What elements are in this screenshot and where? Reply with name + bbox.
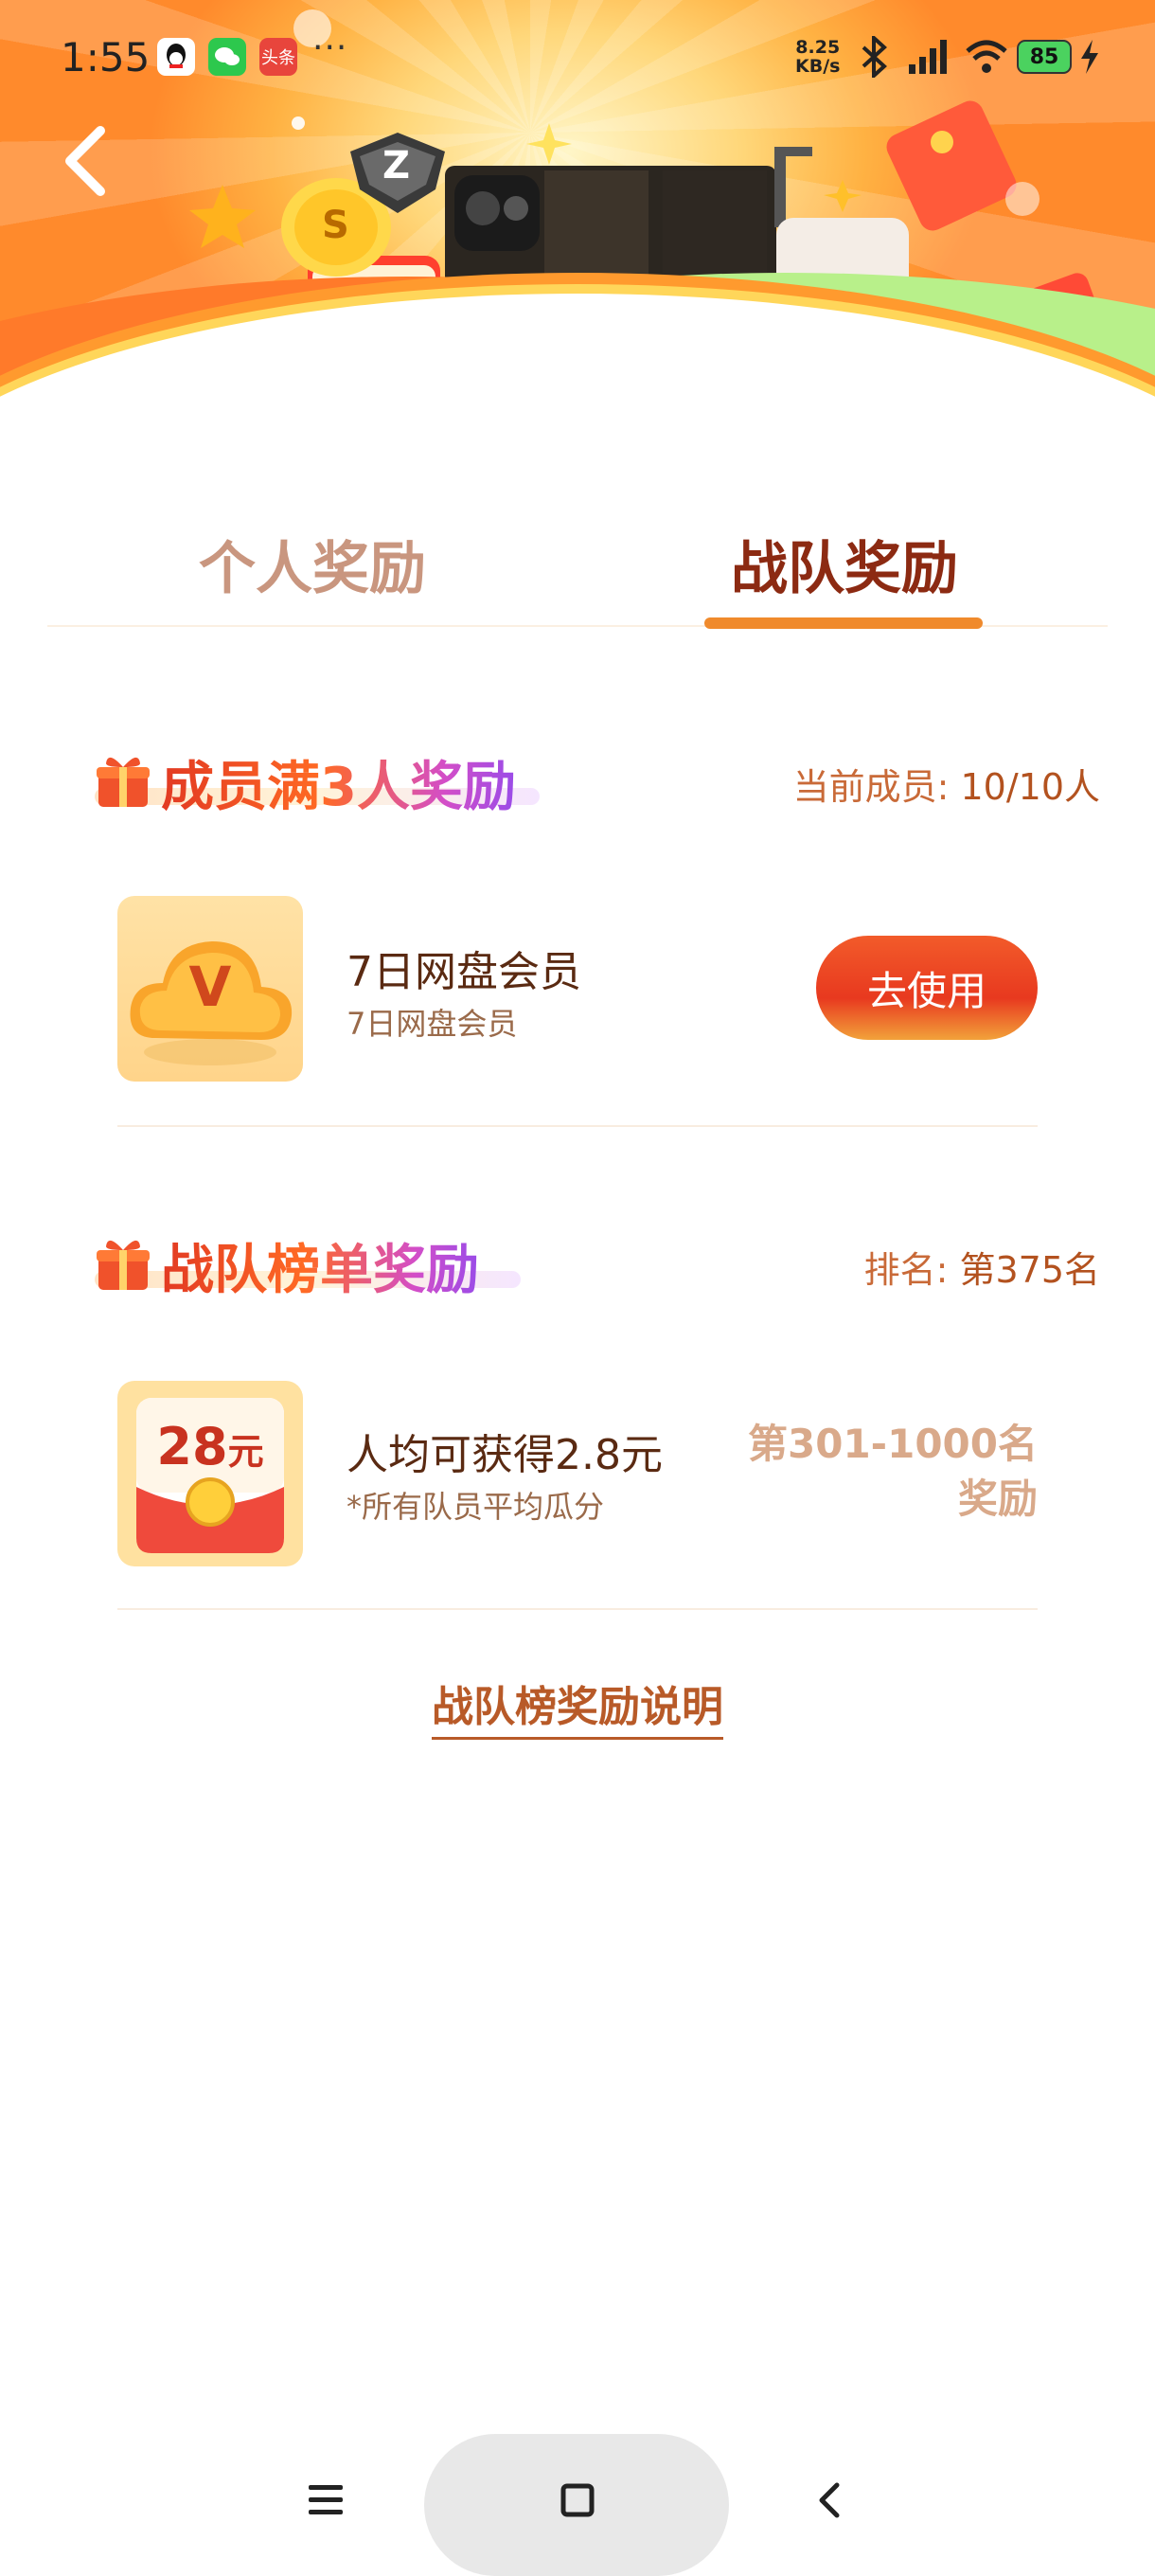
hero-badge-z: Z: [382, 144, 411, 188]
net-speed-value: 8.25: [795, 37, 841, 58]
rank-section-title: 战队榜单奖励: [161, 1227, 479, 1304]
red-envelope-icon: 28元: [117, 1381, 303, 1566]
charging-icon: [1081, 40, 1098, 74]
wifi-icon: [966, 40, 1007, 73]
battery-level: 85: [1029, 45, 1059, 69]
row-divider: [117, 1608, 1038, 1610]
red-envelope-amount: 28元: [117, 1417, 303, 1476]
red-envelope-unit: 元: [227, 1431, 264, 1473]
member-section-header: 成员满3人奖励: [95, 744, 549, 820]
rank-range-label: 第301-1000名奖励: [748, 1421, 1038, 1522]
tab-personal-reward[interactable]: 个人奖励: [199, 523, 426, 605]
qq-icon: [157, 38, 195, 76]
menu-icon[interactable]: [307, 2483, 345, 2517]
use-reward-button[interactable]: 去使用: [816, 936, 1038, 1040]
gift-icon: [97, 757, 150, 807]
home-icon[interactable]: [560, 2483, 595, 2517]
active-tab-indicator: [704, 617, 983, 629]
tab-team-reward[interactable]: 战队奖励: [731, 523, 958, 605]
team-rank-value: 第375名: [959, 1249, 1100, 1291]
bluetooth-icon: [862, 36, 887, 78]
team-rank-label: 排名:: [863, 1249, 960, 1291]
hero-badge-s: S: [322, 204, 349, 247]
toutiao-icon: 头条: [259, 38, 297, 76]
toutiao-label: 头条: [261, 48, 295, 68]
team-rank-rules-label: 战队榜奖励说明: [432, 1683, 723, 1740]
reward-tabs: 个人奖励 战队奖励: [0, 511, 1155, 635]
status-bar: 1:55 头条 ··· 8.25 KB/s 85: [0, 0, 1155, 114]
rank-section-header: 战队榜单奖励: [95, 1227, 530, 1303]
gift-icon: [97, 1240, 150, 1290]
system-nav-bar: [0, 2424, 1155, 2576]
red-envelope-number: 28: [156, 1417, 228, 1476]
rank-reward-subtitle: *所有队员平均瓜分: [346, 1489, 605, 1525]
member-count-label: 当前成员:: [792, 766, 961, 808]
back-nav-icon[interactable]: [816, 2481, 843, 2519]
member-count: 当前成员: 10/10人: [793, 758, 1100, 810]
back-button[interactable]: [59, 123, 116, 199]
member-reward-subtitle: 7日网盘会员: [346, 1006, 518, 1042]
net-speed-unit: KB/s: [795, 56, 841, 77]
team-rank-rules-link[interactable]: 战队榜奖励说明: [0, 1673, 1155, 1740]
signal-icon: [909, 40, 947, 74]
team-rank: 排名: 第375名: [864, 1241, 1100, 1293]
battery-icon: 85: [1017, 40, 1072, 74]
member-section-title: 成员满3人奖励: [161, 744, 516, 821]
chevron-left-icon: [65, 126, 105, 196]
cloud-vip-letter: V: [188, 955, 232, 1019]
hero-banner: Z S 888 1:55 头条 ··· 8.25 KB/s: [0, 0, 1155, 436]
row-divider: [117, 1125, 1038, 1127]
cloud-vip-icon: V: [117, 896, 303, 1082]
member-count-value: 10/10人: [960, 766, 1100, 808]
status-time: 1:55: [61, 34, 151, 80]
member-reward-title: 7日网盘会员: [346, 948, 581, 996]
rank-reward-title: 人均可获得2.8元: [346, 1431, 663, 1479]
more-notifications-icon: ···: [312, 28, 348, 67]
wechat-icon: [208, 38, 246, 76]
net-speed: 8.25 KB/s: [795, 38, 840, 76]
